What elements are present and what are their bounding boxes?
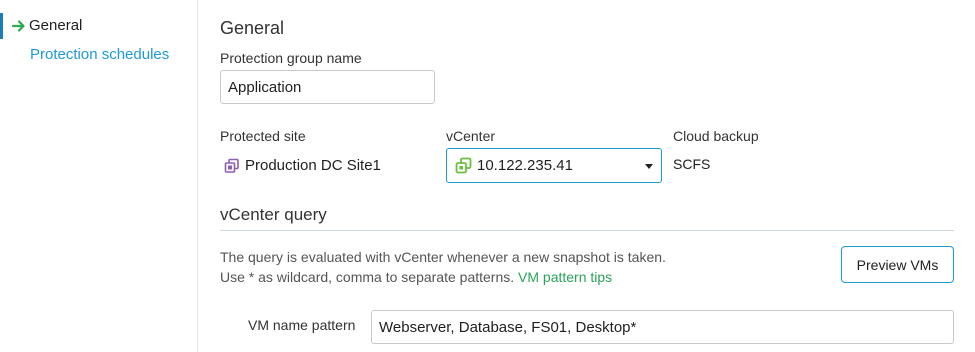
protected-site-text: Production DC Site1	[245, 157, 381, 174]
section-divider	[220, 230, 954, 231]
sidebar: General Protection schedules	[0, 0, 198, 352]
help-line-2: Use * as wildcard, comma to separate pat…	[220, 267, 666, 287]
help-line-1: The query is evaluated with vCenter when…	[220, 249, 666, 265]
vm-pattern-tips-link[interactable]: VM pattern tips	[518, 269, 612, 285]
sidebar-item-general[interactable]: General	[0, 13, 198, 39]
vcenter-select-value: 10.122.235.41	[477, 157, 573, 174]
protected-site-label: Protected site	[220, 128, 306, 144]
vcenter-select[interactable]: 10.122.235.41	[446, 148, 662, 183]
vcenter-label: vCenter	[446, 128, 496, 144]
group-name-label: Protection group name	[220, 50, 362, 66]
group-name-input[interactable]: Application	[220, 70, 435, 104]
chevron-down-icon	[645, 164, 653, 169]
help-line-2-text: Use * as wildcard, comma to separate pat…	[220, 269, 515, 285]
active-indicator	[0, 13, 3, 39]
sidebar-item-protection-schedules[interactable]: Protection schedules	[30, 41, 169, 67]
site-icon	[224, 158, 239, 173]
cloud-backup-label: Cloud backup	[673, 128, 759, 144]
vm-name-pattern-input[interactable]: Webserver, Database, FS01, Desktop*	[371, 310, 954, 344]
query-help-text: The query is evaluated with vCenter when…	[220, 247, 666, 287]
sidebar-item-label: General	[29, 17, 83, 34]
cloud-backup-value: SCFS	[673, 156, 711, 172]
vm-name-pattern-label: VM name pattern	[248, 317, 356, 333]
section-title-vcenter-query: vCenter query	[220, 205, 327, 224]
protected-site-value: Production DC Site1	[224, 157, 381, 174]
section-title-general: General	[220, 18, 285, 38]
arrow-right-icon	[11, 20, 25, 32]
vcenter-icon	[455, 157, 472, 174]
preview-vms-button[interactable]: Preview VMs	[841, 246, 954, 283]
